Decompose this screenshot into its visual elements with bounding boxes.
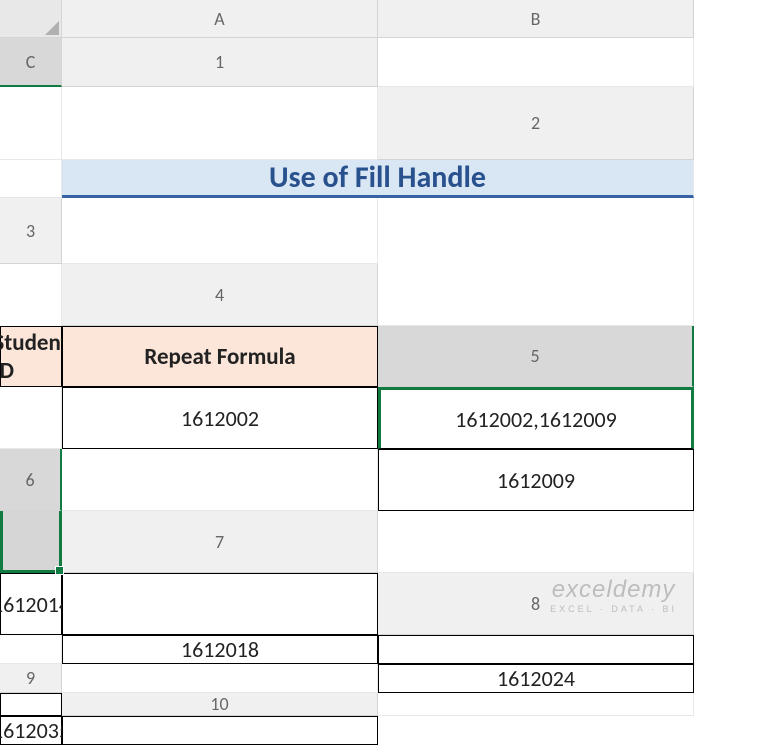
cell-c10[interactable]: [62, 716, 378, 745]
cell-b6[interactable]: 1612009: [378, 449, 694, 511]
cell-b7[interactable]: 1612014: [0, 573, 62, 635]
spreadsheet-grid: A B C 1 2 Use of Fill Handle 3 4 Student…: [0, 0, 767, 745]
row-header-4[interactable]: 4: [62, 264, 378, 326]
cell-b9[interactable]: 1612024: [378, 664, 694, 693]
cell-a9[interactable]: [62, 664, 378, 693]
cell-c9[interactable]: [0, 693, 62, 716]
cell-a7[interactable]: [378, 511, 694, 573]
row-header-7[interactable]: 7: [62, 511, 378, 573]
cell-c1[interactable]: [62, 87, 378, 160]
cell-a5[interactable]: [0, 387, 62, 449]
row-header-6[interactable]: 6: [0, 449, 62, 511]
cell-b5[interactable]: 1612002: [62, 387, 378, 449]
col-header-b[interactable]: B: [378, 0, 694, 38]
row-header-5[interactable]: 5: [378, 326, 694, 387]
row-header-10[interactable]: 10: [62, 693, 378, 716]
cell-a1[interactable]: [378, 38, 694, 87]
title-cell[interactable]: Use of Fill Handle: [62, 160, 694, 198]
cell-b10[interactable]: 1612035: [0, 716, 62, 745]
cell-c3[interactable]: [0, 264, 62, 326]
cell-a6[interactable]: [62, 449, 378, 511]
cell-a4[interactable]: [378, 264, 694, 326]
cell-a3[interactable]: [62, 198, 378, 264]
col-header-c[interactable]: C: [0, 38, 62, 87]
row-header-9[interactable]: 9: [0, 664, 62, 693]
fill-handle[interactable]: [55, 566, 64, 575]
cell-b1[interactable]: [0, 87, 62, 160]
cell-c8[interactable]: [378, 635, 694, 664]
row-header-2[interactable]: 2: [378, 87, 694, 160]
row-header-8[interactable]: 8: [378, 573, 694, 635]
row-header-3[interactable]: 3: [0, 198, 62, 264]
cell-c5[interactable]: 1612002,1612009: [378, 387, 694, 449]
cell-c7[interactable]: [62, 573, 378, 635]
cell-b8[interactable]: 1612018: [62, 635, 378, 664]
cell-a8[interactable]: [0, 635, 62, 664]
cell-a10[interactable]: [378, 693, 694, 716]
cell-b3[interactable]: [378, 198, 694, 264]
row-header-1[interactable]: 1: [62, 38, 378, 87]
cell-c6[interactable]: [0, 511, 62, 573]
cell-a2[interactable]: [0, 160, 62, 198]
select-all-corner[interactable]: [0, 0, 62, 38]
header-student-id[interactable]: Student ID: [0, 326, 62, 387]
header-repeat-formula[interactable]: Repeat Formula: [62, 326, 378, 387]
col-header-a[interactable]: A: [62, 0, 378, 38]
